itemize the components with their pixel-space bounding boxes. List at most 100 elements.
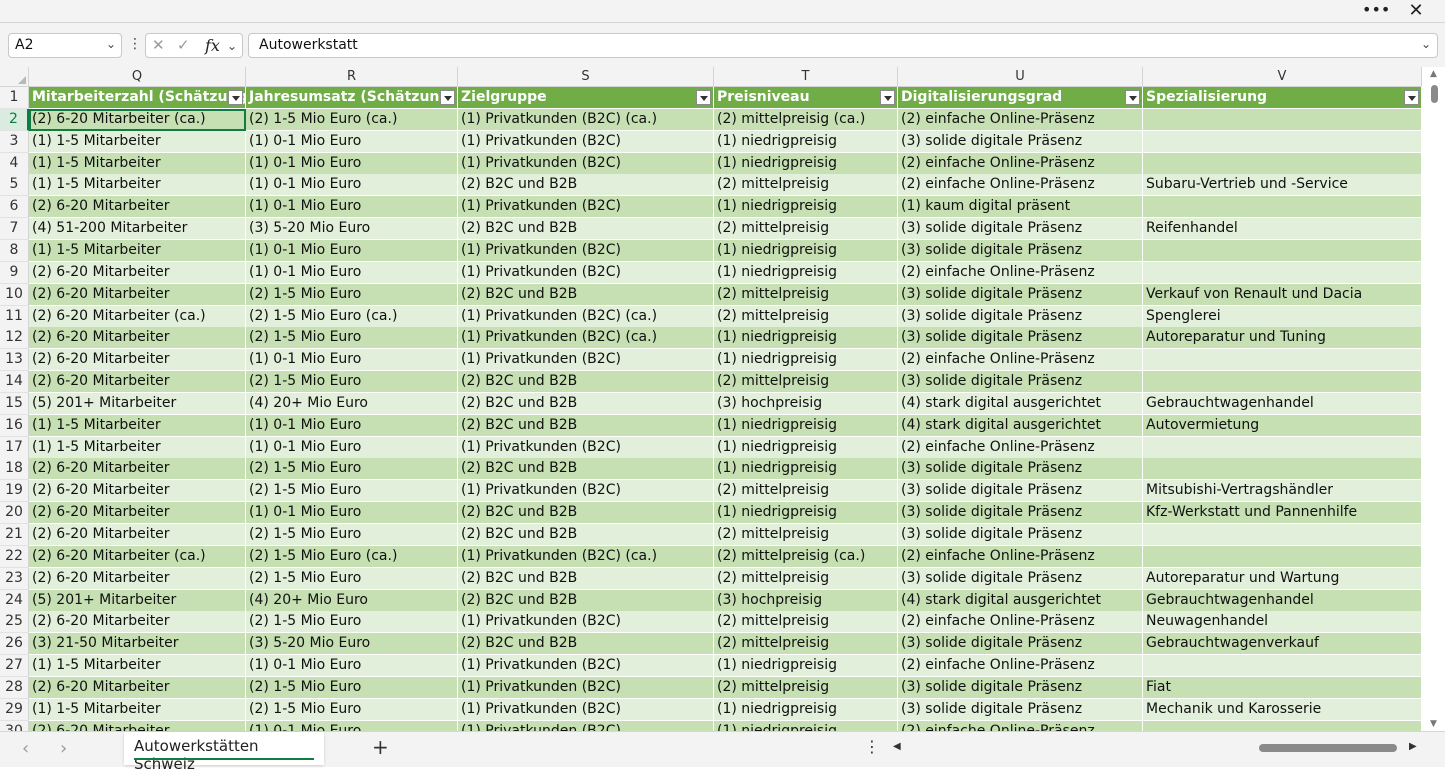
vertical-scrollbar[interactable]: ▲ ▼ xyxy=(1424,67,1445,731)
table-cell[interactable]: (4) stark digital ausgerichtet xyxy=(898,392,1143,415)
table-cell[interactable]: (1) 0-1 Mio Euro xyxy=(246,349,458,372)
row-header[interactable]: 7 xyxy=(0,218,29,241)
column-header[interactable]: T xyxy=(714,67,898,87)
row-header[interactable]: 2 xyxy=(0,108,29,131)
table-cell[interactable]: (4) 20+ Mio Euro xyxy=(246,392,458,415)
table-cell[interactable]: (2) 6-20 Mitarbeiter xyxy=(29,676,246,699)
table-cell[interactable]: (2) B2C und B2B xyxy=(458,567,714,590)
filter-dropdown-icon[interactable] xyxy=(228,90,243,105)
vertical-scroll-thumb[interactable] xyxy=(1431,85,1438,103)
table-cell[interactable]: (1) 1-5 Mitarbeiter xyxy=(29,436,246,459)
table-cell[interactable]: (1) Privatkunden (B2C) xyxy=(458,676,714,699)
table-cell[interactable]: Subaru-Vertrieb und -Service xyxy=(1143,174,1422,197)
row-header[interactable]: 30 xyxy=(0,720,29,731)
table-cell[interactable]: Mitsubishi-Vertragshändler xyxy=(1143,480,1422,503)
table-cell[interactable]: (2) 1-5 Mio Euro xyxy=(246,567,458,590)
table-cell[interactable]: Spenglerei xyxy=(1143,305,1422,328)
table-cell[interactable] xyxy=(1143,371,1422,394)
table-cell[interactable]: (3) solide digitale Präsenz xyxy=(898,283,1143,306)
formula-input[interactable]: Autowerkstatt ⌄ xyxy=(248,33,1438,58)
table-cell[interactable]: (2) 6-20 Mitarbeiter xyxy=(29,524,246,546)
table-cell[interactable]: (1) 0-1 Mio Euro xyxy=(246,414,458,437)
filter-dropdown-icon[interactable] xyxy=(440,90,455,105)
filter-dropdown-icon[interactable] xyxy=(696,90,711,105)
row-header[interactable]: 10 xyxy=(0,283,29,306)
table-cell[interactable]: (1) 0-1 Mio Euro xyxy=(246,239,458,262)
table-cell[interactable]: (2) 1-5 Mio Euro xyxy=(246,283,458,306)
filter-dropdown-icon[interactable] xyxy=(1404,90,1419,105)
table-cell[interactable]: (2) B2C und B2B xyxy=(458,414,714,437)
next-sheet-icon[interactable]: › xyxy=(60,738,67,759)
table-cell[interactable]: (2) B2C und B2B xyxy=(458,589,714,612)
table-cell[interactable]: (2) B2C und B2B xyxy=(458,392,714,415)
table-cell[interactable]: (1) niedrigpreisig xyxy=(714,130,898,153)
table-cell[interactable]: (1) niedrigpreisig xyxy=(714,720,898,731)
filter-dropdown-icon[interactable] xyxy=(880,90,895,105)
table-cell[interactable]: (2) 6-20 Mitarbeiter xyxy=(29,611,246,634)
table-cell[interactable]: (1) 0-1 Mio Euro xyxy=(246,436,458,459)
table-cell[interactable] xyxy=(1143,130,1422,153)
table-cell[interactable]: (1) Privatkunden (B2C) xyxy=(458,130,714,153)
table-cell[interactable]: (2) 1-5 Mio Euro (ca.) xyxy=(246,108,458,131)
table-cell[interactable]: (1) 0-1 Mio Euro xyxy=(246,152,458,175)
table-cell[interactable]: Mechanik und Karosserie xyxy=(1143,698,1422,721)
table-cell[interactable]: (2) mittelpreisig xyxy=(714,283,898,306)
table-cell[interactable]: (2) 1-5 Mio Euro xyxy=(246,698,458,721)
table-cell[interactable]: Autoreparatur und Wartung xyxy=(1143,567,1422,590)
table-cell[interactable]: (1) 1-5 Mitarbeiter xyxy=(29,698,246,721)
column-header[interactable]: S xyxy=(458,67,714,87)
row-header[interactable]: 15 xyxy=(0,392,29,415)
scroll-up-icon[interactable]: ▲ xyxy=(1430,69,1437,79)
row-header[interactable]: 18 xyxy=(0,458,29,481)
table-cell[interactable]: (2) 1-5 Mio Euro xyxy=(246,371,458,394)
column-header[interactable]: U xyxy=(898,67,1143,87)
table-cell[interactable]: (2) mittelpreisig xyxy=(714,174,898,197)
table-cell[interactable] xyxy=(1143,524,1422,546)
row-header[interactable]: 25 xyxy=(0,611,29,634)
scroll-right-icon[interactable]: ▶ xyxy=(1409,741,1417,752)
table-cell[interactable]: (1) Privatkunden (B2C) xyxy=(458,611,714,634)
table-cell[interactable]: (2) B2C und B2B xyxy=(458,458,714,481)
table-cell[interactable]: (4) stark digital ausgerichtet xyxy=(898,589,1143,612)
table-cell[interactable]: (1) niedrigpreisig xyxy=(714,327,898,350)
table-cell[interactable]: (1) Privatkunden (B2C) (ca.) xyxy=(458,545,714,568)
table-cell[interactable]: (2) 1-5 Mio Euro xyxy=(246,676,458,699)
table-cell[interactable]: Gebrauchtwagenhandel xyxy=(1143,589,1422,612)
sheet-tab[interactable]: Autowerkstätten Schweiz xyxy=(124,732,324,773)
table-cell[interactable]: (3) hochpreisig xyxy=(714,589,898,612)
row-header[interactable]: 21 xyxy=(0,524,29,546)
table-cell[interactable]: (1) niedrigpreisig xyxy=(714,349,898,372)
table-cell[interactable]: (1) 0-1 Mio Euro xyxy=(246,720,458,731)
table-cell[interactable]: (1) Privatkunden (B2C) (ca.) xyxy=(458,327,714,350)
header-cell[interactable]: Jahresumsatz (Schätzung) xyxy=(246,87,458,109)
table-cell[interactable]: (1) 1-5 Mitarbeiter xyxy=(29,655,246,678)
table-cell[interactable]: (2) einfache Online-Präsenz xyxy=(898,349,1143,372)
row-header[interactable]: 20 xyxy=(0,502,29,525)
table-cell[interactable]: (2) mittelpreisig xyxy=(714,480,898,503)
table-cell[interactable]: (1) 1-5 Mitarbeiter xyxy=(29,414,246,437)
table-cell[interactable]: (1) 0-1 Mio Euro xyxy=(246,502,458,525)
table-cell[interactable]: (2) 6-20 Mitarbeiter xyxy=(29,458,246,481)
table-cell[interactable]: (4) 20+ Mio Euro xyxy=(246,589,458,612)
table-cell[interactable]: (2) mittelpreisig xyxy=(714,676,898,699)
table-cell[interactable]: (2) einfache Online-Präsenz xyxy=(898,108,1143,131)
row-header[interactable]: 13 xyxy=(0,349,29,372)
table-cell[interactable]: (2) mittelpreisig xyxy=(714,305,898,328)
table-cell[interactable]: (3) solide digitale Präsenz xyxy=(898,567,1143,590)
table-cell[interactable]: Autoreparatur und Tuning xyxy=(1143,327,1422,350)
table-cell[interactable]: (2) mittelpreisig xyxy=(714,633,898,656)
table-cell[interactable]: (1) niedrigpreisig xyxy=(714,502,898,525)
table-cell[interactable]: (2) 6-20 Mitarbeiter xyxy=(29,567,246,590)
row-header[interactable]: 29 xyxy=(0,698,29,721)
table-cell[interactable]: (2) B2C und B2B xyxy=(458,524,714,546)
row-header[interactable]: 22 xyxy=(0,545,29,568)
row-header[interactable]: 28 xyxy=(0,676,29,699)
table-cell[interactable] xyxy=(1143,108,1422,131)
table-cell[interactable] xyxy=(1143,239,1422,262)
table-cell[interactable]: (1) kaum digital präsent xyxy=(898,196,1143,219)
table-cell[interactable]: (2) 1-5 Mio Euro (ca.) xyxy=(246,305,458,328)
table-cell[interactable]: Neuwagenhandel xyxy=(1143,611,1422,634)
table-cell[interactable]: (4) stark digital ausgerichtet xyxy=(898,414,1143,437)
row-header[interactable]: 6 xyxy=(0,196,29,219)
table-cell[interactable]: (1) Privatkunden (B2C) xyxy=(458,239,714,262)
